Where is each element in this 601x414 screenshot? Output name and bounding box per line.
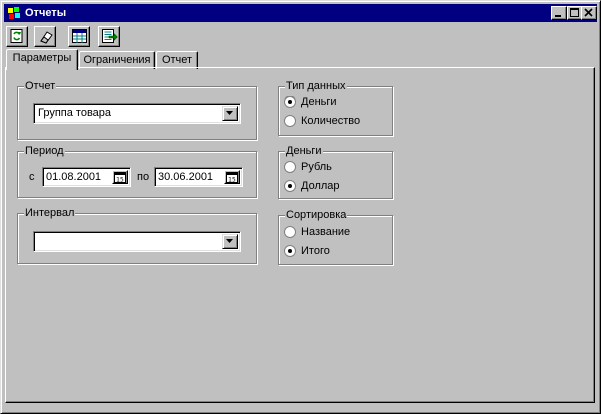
refresh-icon: [10, 29, 23, 43]
radio-sort-total-label: Итого: [301, 245, 330, 257]
period-to-calendar-button[interactable]: 15: [224, 170, 240, 184]
period-group-label: Период: [24, 144, 65, 158]
eraser-icon: [40, 31, 53, 44]
radio-checked-icon: [284, 180, 296, 192]
calendar-icon-text: 15: [116, 177, 124, 184]
app-icon: [7, 6, 21, 20]
radio-unchecked-icon: [284, 226, 296, 238]
radio-checked-icon: [284, 96, 296, 108]
table-icon: [72, 29, 87, 43]
parameters-panel: Отчет Группа товара Период с 01.08.2001 …: [5, 67, 595, 403]
interval-dropdown-button[interactable]: [222, 234, 238, 249]
export-button[interactable]: [98, 26, 120, 47]
radio-unchecked-icon: [284, 161, 296, 173]
tab-label: Ограничения: [83, 54, 151, 66]
window-title: Отчеты: [25, 7, 67, 19]
calendar-icon: 15: [114, 172, 126, 183]
calendar-icon-text: 15: [228, 177, 236, 184]
maximize-icon: [570, 8, 579, 17]
report-select[interactable]: Группа товара: [33, 103, 241, 124]
period-from-date[interactable]: 01.08.2001 15: [42, 167, 131, 187]
interval-group: Интервал: [17, 206, 257, 264]
period-group: Период с 01.08.2001 15 по 30.06.2001 15: [17, 144, 257, 198]
report-select-value: Группа товара: [38, 107, 112, 119]
period-from-label: с: [29, 171, 35, 183]
radio-unchecked-icon: [284, 115, 296, 127]
sort-group-label: Сортировка: [285, 208, 348, 222]
radio-checked-icon: [284, 245, 296, 257]
report-group-label: Отчет: [24, 79, 57, 93]
close-button[interactable]: [581, 6, 597, 20]
title-bar[interactable]: Отчеты: [4, 4, 597, 22]
money-group: Деньги Рубль Доллар: [278, 144, 393, 199]
period-from-calendar-button[interactable]: 15: [112, 170, 128, 184]
close-icon: [584, 8, 593, 17]
calendar-icon: 15: [226, 172, 238, 183]
table-button[interactable]: [68, 26, 90, 47]
tab-label: Отчет: [161, 54, 193, 66]
radio-ruble-label: Рубль: [301, 161, 332, 173]
period-to-date[interactable]: 30.06.2001 15: [154, 167, 243, 187]
minimize-icon: [555, 15, 561, 17]
report-group: Отчет Группа товара: [17, 79, 257, 140]
chevron-down-icon: [226, 239, 233, 243]
data-type-group-label: Тип данных: [285, 79, 347, 93]
refresh-button[interactable]: [6, 26, 28, 47]
radio-quantity-label: Количество: [301, 115, 361, 127]
chevron-down-icon: [226, 111, 233, 115]
interval-group-label: Интервал: [24, 206, 76, 220]
tab-parameters[interactable]: Параметры: [6, 49, 78, 70]
radio-dollar-label: Доллар: [301, 180, 340, 192]
tab-label: Параметры: [12, 52, 72, 64]
period-from-value: 01.08.2001: [46, 171, 102, 183]
money-group-label: Деньги: [285, 144, 323, 158]
radio-sort-name-label: Название: [301, 226, 351, 238]
export-icon: [102, 29, 118, 43]
period-to-value: 30.06.2001: [158, 171, 214, 183]
data-type-group: Тип данных Деньги Количество: [278, 79, 393, 136]
report-dropdown-button[interactable]: [222, 106, 238, 121]
radio-money-label: Деньги: [301, 96, 337, 108]
period-to-label: по: [137, 171, 150, 183]
interval-select[interactable]: [33, 231, 241, 252]
minimize-button[interactable]: [551, 6, 567, 20]
eraser-button[interactable]: [34, 26, 56, 47]
reports-window: Отчеты Параметры Ограничения Отчет Отчет…: [0, 0, 601, 414]
sort-group: Сортировка Название Итого: [278, 208, 393, 265]
